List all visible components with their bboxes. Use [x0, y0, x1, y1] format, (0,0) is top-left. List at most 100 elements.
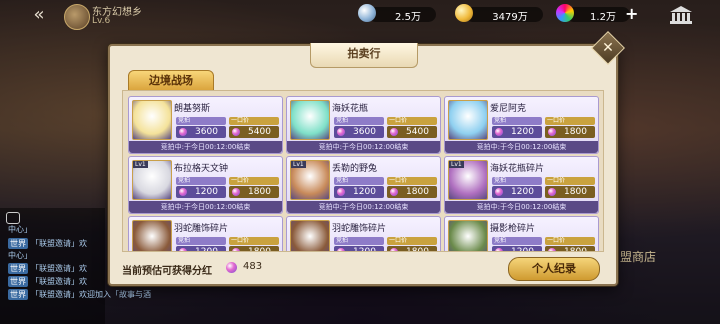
chat-line: 世界 「联盟邀请」欢	[8, 276, 87, 287]
gem-icon	[548, 188, 556, 196]
alliance-shop-label[interactable]: 盟商店	[620, 248, 656, 265]
gem-icon	[390, 188, 398, 196]
bid-label: 竞拍	[492, 237, 542, 245]
buyout-label: 一口价	[545, 177, 595, 185]
bid-label: 竞拍	[492, 177, 542, 185]
bid-value: 1200	[195, 187, 218, 197]
dividend-value: 483	[243, 261, 263, 272]
player-info[interactable]: 东方幻想乡 Lv.6	[64, 4, 214, 30]
add-currency-button[interactable]: +	[625, 4, 638, 23]
gem-icon	[179, 188, 187, 196]
level-tag: Lv1	[291, 161, 306, 168]
buyout-price[interactable]: 一口价 1800	[387, 237, 437, 251]
auction-item-card[interactable]: Lv1 布拉格天文钟 竞拍 1200 一口价 1800 竞拍中:于今日00:12:00结束	[128, 156, 283, 214]
bid-label: 竞拍	[176, 177, 226, 185]
resource-gold: 3479万	[455, 4, 545, 24]
item-name: 海妖花瓶碎片	[490, 164, 545, 174]
bid-value: 1200	[511, 247, 534, 252]
avatar[interactable]	[64, 4, 90, 30]
gem-icon	[495, 188, 503, 196]
item-name: 爱尼阿克	[490, 104, 527, 114]
gem-icon	[337, 128, 345, 136]
item-name: 摄影枪碎片	[490, 224, 536, 234]
bid-price[interactable]: 竞拍 1200	[176, 177, 226, 199]
bid-price[interactable]: 竞拍 1200	[492, 117, 542, 139]
item-name: 羽蛇雕饰碎片	[174, 224, 229, 234]
resource-value: 1.2万	[590, 12, 616, 23]
auction-item-list[interactable]: 朗基努斯 竞拍 3600 一口价 5400 竞拍中:于今日00:12:00结束 海妖花瓶 竞拍…	[122, 90, 604, 252]
gem-icon	[548, 248, 556, 251]
auction-item-card[interactable]: 爱尼阿克竞拍 1200 一口价 1800 竞拍中:于今日00:12:00结束	[444, 96, 599, 154]
bid-value: 1200	[353, 247, 376, 252]
bid-value: 1200	[511, 187, 534, 197]
gem-icon	[495, 128, 503, 136]
auction-item-card[interactable]: Lv1 海妖花瓶碎片 竞拍 1200 一口价 1800 竞拍中:于今日00:12:00结束	[444, 156, 599, 214]
auction-item-card[interactable]: 摄影枪碎片竞拍1200一口价1800竞拍中:于今日00:12:00结束	[444, 216, 599, 252]
buyout-price[interactable]: 一口价 1800	[229, 237, 279, 252]
auction-item-card[interactable]: 羽蛇雕饰碎片竞拍1200一口价1800竞拍中:于今日00:12:00结束	[128, 216, 283, 252]
item-name: 布拉格天文钟	[174, 164, 229, 174]
buyout-value: 5400	[248, 127, 271, 137]
chat-icon[interactable]	[6, 212, 20, 224]
bid-value: 3600	[195, 127, 218, 137]
bid-price[interactable]: 竞拍 1200	[176, 237, 226, 251]
buyout-price[interactable]: 一口价 1800	[387, 177, 437, 199]
gem-icon	[390, 128, 398, 136]
buyout-value: 5400	[406, 127, 429, 137]
gem-icon	[179, 128, 187, 136]
buyout-value: 1800	[248, 187, 271, 197]
chat-line: 世界 「联盟邀请」欢	[8, 238, 87, 249]
auction-timer: 竞拍中:于今日00:12:00结束	[445, 141, 598, 153]
gem-icon	[232, 188, 240, 196]
bid-price[interactable]: 竞拍 1200	[492, 177, 542, 199]
bid-price[interactable]: 竞拍 1200	[492, 237, 542, 252]
bid-label: 竞拍	[492, 117, 542, 125]
back-button[interactable]: «	[24, 5, 54, 25]
bank-icon[interactable]	[670, 6, 692, 24]
rainbow-gem-icon	[226, 262, 237, 273]
gem-icon	[337, 248, 345, 251]
bid-price[interactable]: 竞拍 3600	[334, 117, 384, 139]
chat-panel[interactable]: 中心」 世界 「联盟邀请」欢 中心」 世界 「联盟邀请」欢 世界 「联盟邀请」欢 世界…	[0, 208, 151, 324]
resource-silver: 2.5万	[358, 4, 438, 24]
bid-price[interactable]: 竞拍 3600	[176, 117, 226, 139]
item-portrait	[132, 100, 172, 140]
auction-timer: 竞拍中:于今日00:12:00结束	[287, 141, 440, 153]
gem-icon	[337, 188, 345, 196]
buyout-value: 1800	[248, 247, 271, 252]
top-bar: « 东方幻想乡 Lv.6 2.5万 3479万 1.2万 +	[0, 0, 720, 30]
auction-item-card[interactable]: 朗基努斯 竞拍 3600 一口价 5400 竞拍中:于今日00:12:00结束	[128, 96, 283, 154]
auction-item-card[interactable]: 羽蛇雕饰碎片竞拍1200一口价1800竞拍中:于今日00:12:00结束	[286, 216, 441, 252]
player-level: Lv.6	[92, 16, 111, 26]
buyout-price[interactable]: 一口价 5400	[229, 117, 279, 139]
buyout-value: 1800	[564, 187, 587, 197]
item-name: 羽蛇雕饰碎片	[332, 224, 387, 234]
buyout-price[interactable]: 一口价 1800	[545, 237, 595, 251]
bid-label: 竞拍	[176, 237, 226, 245]
chat-line: 中心」	[8, 251, 32, 260]
item-portrait	[132, 220, 172, 251]
buyout-price[interactable]: 一口价 5400	[387, 117, 437, 139]
buyout-price[interactable]: 一口价 1800	[545, 177, 595, 199]
personal-record-button[interactable]: 个人纪录	[508, 257, 600, 281]
bid-price[interactable]: 竞拍 1200	[334, 237, 384, 252]
buyout-label: 一口价	[387, 177, 437, 185]
bid-value: 3600	[353, 127, 376, 137]
buyout-price[interactable]: 一口价 1800	[229, 177, 279, 199]
resource-rainbow: 1.2万	[556, 4, 636, 24]
tab-border-battlefield[interactable]: 边境战场	[128, 70, 214, 92]
gem-icon	[495, 248, 503, 251]
auction-item-card[interactable]: 海妖花瓶 竞拍 3600 一口价 5400 竞拍中:于今日00:12:00结束	[286, 96, 441, 154]
item-portrait	[290, 100, 330, 140]
level-tag: Lv1	[449, 161, 464, 168]
buyout-price[interactable]: 一口价 1800	[545, 117, 595, 139]
auction-timer: 竞拍中:于今日00:12:00结束	[129, 141, 282, 153]
close-icon: ✕	[602, 40, 614, 56]
auction-item-card[interactable]: Lv1 丢勒的野兔 竞拍 1200 一口价 1800 竞拍中:于今日00:12:00结束	[286, 156, 441, 214]
buyout-label: 一口价	[387, 237, 437, 245]
bid-label: 竞拍	[176, 117, 226, 125]
bid-price[interactable]: 竞拍 1200	[334, 177, 384, 199]
gem-icon	[548, 128, 556, 136]
dividend-label: 当前预估可获得分红	[122, 266, 212, 277]
buyout-label: 一口价	[229, 177, 279, 185]
